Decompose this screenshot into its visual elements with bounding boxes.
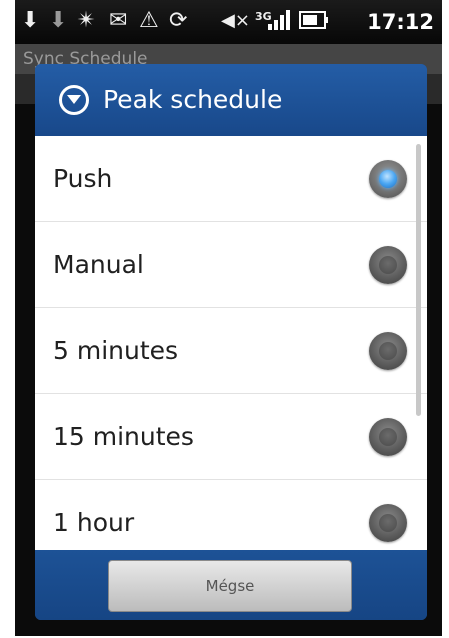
radio-button[interactable] <box>369 332 407 370</box>
option-15-minutes[interactable]: 15 minutes <box>35 394 427 480</box>
option-1-hour[interactable]: 1 hour <box>35 480 427 550</box>
download-icon: ⬇ <box>49 8 68 33</box>
dialog-footer: Mégse <box>35 550 427 620</box>
option-label: 1 hour <box>53 508 135 537</box>
schedule-options-list: Push Manual 5 minutes 15 minutes 1 hour <box>35 136 427 550</box>
option-label: 5 minutes <box>53 336 179 365</box>
status-bar: ⬇ ⬇ ✴ ✉ ⚠ ⟳ ◀× 3G 17:12 <box>15 0 442 44</box>
mute-icon: ◀× <box>221 10 250 31</box>
dialog-header: Peak schedule <box>35 64 427 136</box>
signal-icon <box>267 9 291 37</box>
mail-icon: ✉ <box>109 8 128 33</box>
option-label: 15 minutes <box>53 422 194 451</box>
option-5-minutes[interactable]: 5 minutes <box>35 308 427 394</box>
chevron-down-circle-icon <box>59 85 89 115</box>
option-manual[interactable]: Manual <box>35 222 427 308</box>
option-label: Manual <box>53 250 144 279</box>
option-label: Push <box>53 164 113 193</box>
phone-screen: ⬇ ⬇ ✴ ✉ ⚠ ⟳ ◀× 3G 17:12 Sync Schedule Pe… <box>15 0 442 636</box>
sync-star-icon: ✴ <box>77 8 96 33</box>
cancel-button[interactable]: Mégse <box>108 560 352 612</box>
radio-button[interactable] <box>369 504 407 542</box>
download-icon: ⬇ <box>21 8 40 33</box>
option-push[interactable]: Push <box>35 136 427 222</box>
battery-icon <box>299 9 329 37</box>
radio-button[interactable] <box>369 246 407 284</box>
list-scrollbar[interactable] <box>416 144 421 416</box>
peak-schedule-dialog: Peak schedule Push Manual 5 minutes 15 m… <box>35 64 427 620</box>
warning-icon: ⚠ <box>139 8 159 33</box>
dialog-title: Peak schedule <box>103 85 283 114</box>
radio-button-selected[interactable] <box>369 160 407 198</box>
sync-disabled-icon: ⟳ <box>169 8 188 33</box>
radio-button[interactable] <box>369 418 407 456</box>
status-time: 17:12 <box>367 10 434 34</box>
